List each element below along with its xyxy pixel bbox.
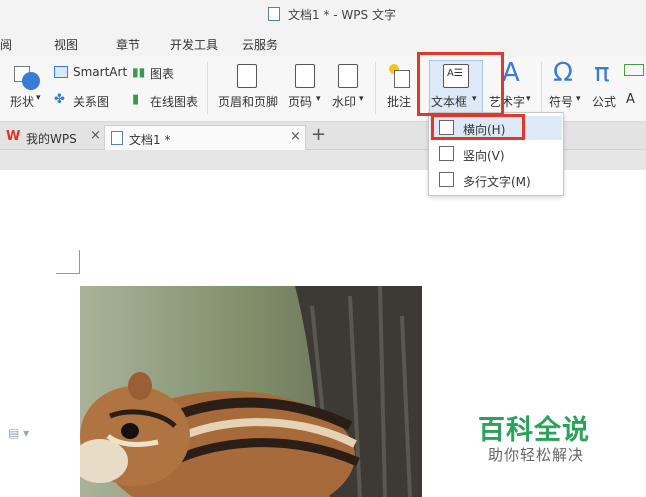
ribbon-separator [207,62,208,114]
page-number-dropdown-icon[interactable]: ▾ [316,94,321,104]
header-footer-button[interactable]: 页眉和页脚 [218,93,278,110]
menu-item-label: 多行文字(M) [463,175,531,189]
symbol-dropdown-icon[interactable]: ▾ [576,94,581,104]
new-tab-icon[interactable]: + [311,124,326,145]
shape-dropdown-icon[interactable]: ▾ [36,93,41,103]
pi-icon: π [594,58,610,88]
menu-developer[interactable]: 开发工具 [170,36,218,53]
menu-item-multiline[interactable]: 多行文字(M) [430,168,562,192]
watermark-dropdown-icon[interactable]: ▾ [359,94,364,104]
menu-review[interactable]: 审阅 [0,36,12,53]
chart-icon: ▮▮ [132,65,146,79]
watermark-subtitle: 助你轻松解决 [488,446,585,464]
smartart-button[interactable]: SmartArt [73,65,127,79]
menu-cloud[interactable]: 云服务 [242,36,278,53]
watermark-icon [338,64,358,88]
shape-button[interactable]: 形状 [10,93,34,110]
header-footer-icon [237,64,257,88]
page-number-icon [295,64,315,88]
menu-item-label: 竖向(V) [463,149,505,163]
online-chart-icon: ▮ [132,92,140,107]
tab-document1[interactable]: 文档1 * × [104,125,306,150]
paragraph-icon[interactable]: ▤ ▾ [8,426,29,440]
menu-bar: 审阅 视图 章节 开发工具 云服务 [0,28,646,56]
chipmunk-photo[interactable] [80,286,422,497]
smartart-icon [54,66,68,78]
comment-button[interactable]: 批注 [387,93,411,110]
close-icon[interactable]: × [90,128,101,143]
shape-icon[interactable] [14,64,42,90]
highlight-horizontal-item [431,114,525,140]
omega-icon: Ω [553,58,573,88]
relation-icon: ✤ [54,92,65,107]
highlight-textbox-button [417,52,504,116]
menu-item-vertical[interactable]: 竖向(V) [430,142,562,166]
wps-logo-icon: W [6,129,21,144]
page-number-button[interactable]: 页码 [288,93,312,110]
page-margin-corner [56,250,80,274]
symbol-button[interactable]: 符号 [549,93,573,110]
document-icon [268,7,280,21]
ribbon-separator [375,62,376,114]
tab-label: 文档1 * [129,133,171,147]
menu-view[interactable]: 视图 [54,36,78,53]
tab-label: 我的WPS [26,132,77,146]
watermark-button[interactable]: 水印 [332,93,356,110]
formula-button[interactable]: 公式 [592,93,616,110]
wordart-icon: A [502,58,520,88]
document-icon [111,131,123,145]
title-bar: 文档1 * - WPS 文字 [0,0,646,28]
vertical-textbox-icon [439,146,454,161]
comment-icon [389,64,411,88]
chart-button[interactable]: 图表 [150,65,174,82]
watermark-title: 百科全说 [478,415,590,446]
tab-my-wps[interactable]: W 我的WPS × [0,125,104,150]
wordart-dropdown-icon[interactable]: ▾ [526,94,531,104]
relation-button[interactable]: 关系图 [73,93,109,110]
ribbon-separator [541,62,542,114]
text-underline-icon[interactable]: A [626,92,635,107]
menu-chapter[interactable]: 章节 [116,36,140,53]
number-icon[interactable] [624,64,644,76]
multiline-textbox-icon [439,172,454,187]
online-chart-button[interactable]: 在线图表 [150,93,198,110]
window-title: 文档1 * - WPS 文字 [288,8,396,22]
site-watermark: 百科全说 助你轻松解决 [478,408,608,468]
close-icon[interactable]: × [290,129,301,144]
